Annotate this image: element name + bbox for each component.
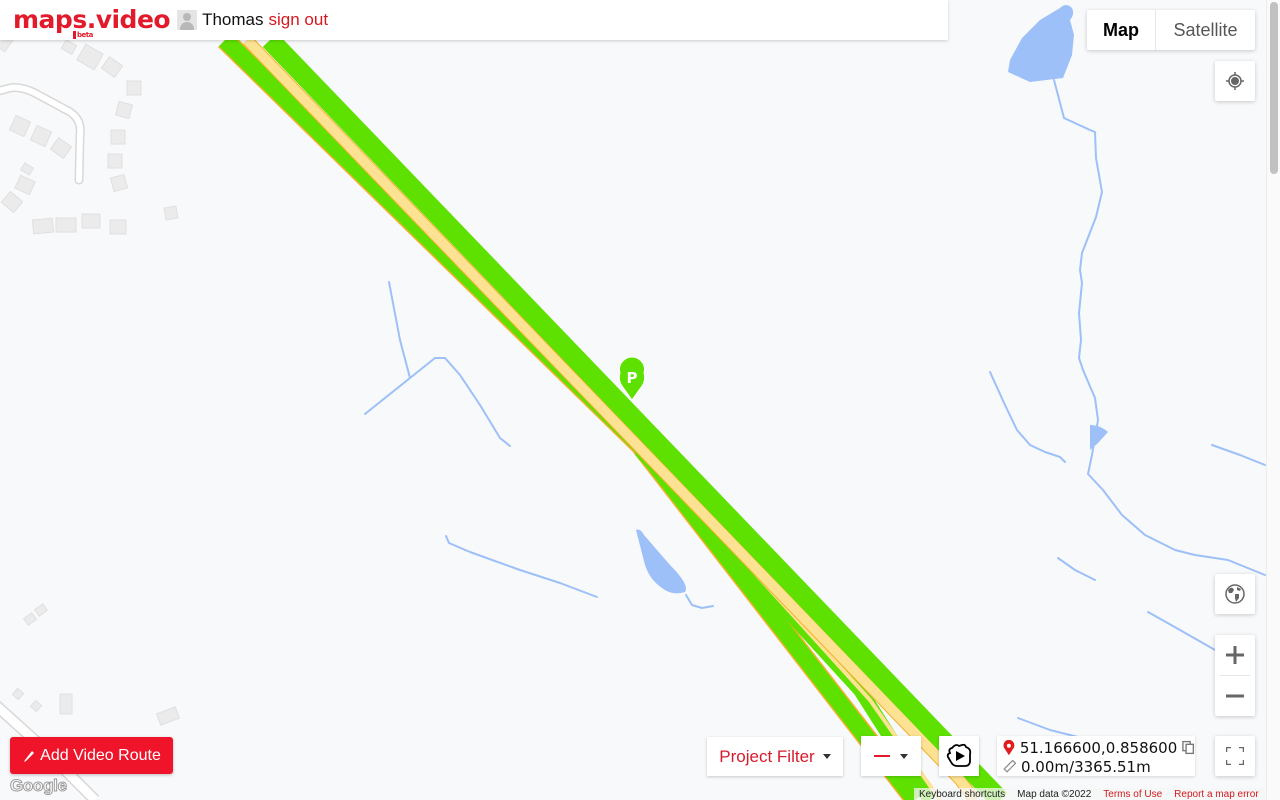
distance-value: 0.00m/3365.51m (1021, 757, 1151, 776)
project-filter-dropdown[interactable]: Project Filter (707, 737, 843, 776)
report-map-error-link[interactable]: Report a map error (1174, 789, 1258, 800)
globe-button[interactable] (1215, 574, 1255, 614)
location-pin-icon (1003, 739, 1015, 755)
line-style-dropdown[interactable] (861, 736, 921, 776)
map-type-satellite[interactable]: Satellite (1156, 10, 1255, 50)
coordinates-panel: 51.166600,0.858600 0.00m/3365.51m (997, 736, 1195, 776)
keyboard-shortcuts-link[interactable]: Keyboard shortcuts (919, 789, 1005, 800)
zoom-out-button[interactable] (1215, 676, 1255, 716)
avatar (177, 10, 198, 30)
top-toolbar: maps.video beta Thomas sign out (0, 0, 948, 40)
zoom-in-button[interactable] (1215, 635, 1255, 675)
play-hand-icon (946, 743, 972, 767)
username: Thomas (202, 10, 264, 29)
pencil-icon (24, 750, 35, 762)
page-scrollbar[interactable] (1266, 0, 1280, 800)
map-layer: P (0, 0, 1280, 800)
add-video-route-button[interactable]: Add Video Route (10, 737, 173, 774)
my-location-button[interactable] (1215, 61, 1255, 101)
map-attribution: Keyboard shortcuts Map data ©2022 Terms … (914, 788, 1266, 800)
line-style-swatch (874, 755, 890, 757)
globe-icon (1225, 584, 1245, 604)
google-logo[interactable]: Google (10, 776, 68, 796)
project-filter-label: Project Filter (719, 746, 815, 766)
map-type-control: Map Satellite (1087, 10, 1255, 50)
map-data-text: Map data ©2022 (1017, 788, 1092, 800)
zoom-control (1215, 635, 1255, 716)
ruler-icon (1003, 760, 1016, 773)
scrollbar-thumb[interactable] (1270, 2, 1278, 174)
map-canvas[interactable]: P (0, 0, 1280, 800)
marker-label: P (627, 369, 638, 387)
beta-badge: beta (73, 31, 93, 39)
my-location-icon (1226, 72, 1244, 90)
plus-icon (1226, 646, 1244, 664)
logo-text: maps.video (13, 5, 171, 34)
minus-icon (1226, 694, 1244, 698)
sign-out-link[interactable]: sign out (269, 10, 329, 30)
map-type-map[interactable]: Map (1087, 10, 1156, 50)
fullscreen-icon (1226, 747, 1244, 765)
map-background (0, 0, 1280, 800)
copy-icon[interactable] (1182, 740, 1195, 755)
caret-down-icon (900, 753, 908, 759)
add-video-route-label: Add Video Route (40, 746, 161, 764)
coordinates-value: 51.166600,0.858600 (1019, 738, 1178, 757)
play-route-button[interactable] (939, 736, 979, 776)
terms-of-use-link[interactable]: Terms of Use (1103, 789, 1162, 800)
caret-down-icon (822, 754, 831, 759)
fullscreen-button[interactable] (1215, 736, 1255, 776)
logo[interactable]: maps.video beta (13, 5, 171, 39)
